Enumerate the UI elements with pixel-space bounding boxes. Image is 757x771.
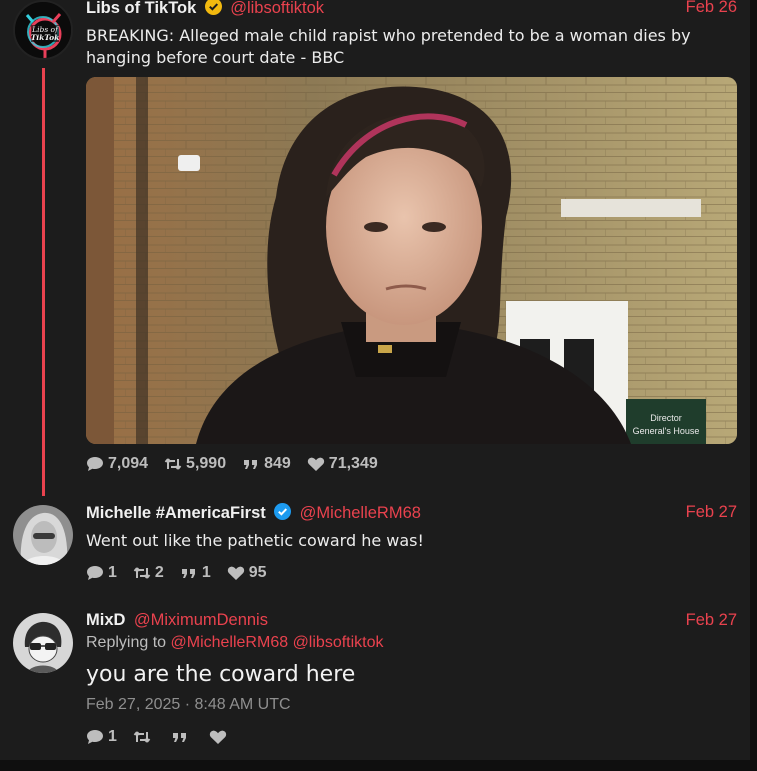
comment-icon	[87, 730, 103, 744]
tweet-date[interactable]: Feb 27	[686, 503, 737, 522]
retweet-count[interactable]: 2	[133, 564, 164, 582]
heart-icon	[209, 730, 227, 744]
quote-icon	[244, 460, 258, 469]
tweet-header: Michelle #AmericaFirst @MichelleRM68 Feb…	[86, 503, 737, 525]
libs-of-tiktok-logo-icon: Libs of TikTok	[15, 2, 71, 58]
author-handle[interactable]: @MiximumDennis	[134, 611, 268, 629]
svg-text:TikTok: TikTok	[31, 33, 60, 42]
user-avatar-icon	[13, 613, 73, 673]
verified-badge-icon	[274, 503, 292, 520]
quote-count[interactable]	[171, 729, 193, 745]
tweet-text: Went out like the pathetic coward he was…	[86, 531, 424, 550]
like-count[interactable]: 95	[227, 564, 267, 582]
tweet-stats: 1 2 1 95	[86, 562, 737, 584]
quote-count[interactable]: 1	[180, 564, 211, 582]
tweet-stats: 1	[86, 726, 737, 748]
tweet-text: you are the coward here	[86, 662, 356, 687]
retweet-count[interactable]: 5,990	[164, 455, 226, 473]
avatar[interactable]: Libs of TikTok	[13, 0, 73, 60]
mention-link[interactable]: @libsoftiktok	[293, 634, 384, 651]
author-name[interactable]: MixD	[86, 611, 125, 629]
quote-icon	[181, 569, 195, 578]
tweet-date[interactable]: Feb 26	[686, 0, 737, 17]
reply-count[interactable]: 7,094	[86, 455, 148, 473]
reply-tweet-2[interactable]: MixD @MiximumDennis Feb 27 Replying to @…	[0, 611, 750, 753]
author-handle[interactable]: @libsoftiktok	[230, 0, 324, 17]
user-avatar-icon	[13, 505, 73, 565]
tweet-photo[interactable]: Director General's House	[86, 77, 737, 444]
retweet-count[interactable]	[133, 729, 155, 745]
retweet-icon	[164, 458, 182, 470]
tweet-timestamp[interactable]: Feb 27, 2025 · 8:48 AM UTC	[86, 696, 737, 714]
verified-badge-icon	[204, 0, 222, 15]
avatar[interactable]	[13, 505, 73, 565]
heart-icon	[307, 457, 324, 471]
tweet-header: Libs of TikTok @libsoftiktok Feb 26	[86, 0, 737, 20]
replying-to: Replying to @MichelleRM68 @libsoftiktok	[86, 634, 384, 651]
reply-count[interactable]: 1	[86, 728, 117, 746]
quote-count[interactable]: 849	[242, 455, 291, 473]
avatar[interactable]	[13, 613, 73, 673]
like-count[interactable]: 71,349	[307, 455, 378, 473]
author-handle[interactable]: @MichelleRM68	[300, 504, 421, 522]
author-name[interactable]: Michelle #AmericaFirst	[86, 504, 266, 522]
tweet-text: BREAKING: Alleged male child rapist who …	[86, 26, 691, 67]
like-count[interactable]	[209, 729, 231, 745]
quote-icon	[172, 733, 186, 742]
thread-line	[42, 68, 45, 496]
svg-text:Director: Director	[650, 413, 682, 423]
tweet-date[interactable]: Feb 27	[686, 611, 737, 630]
heart-icon	[227, 566, 244, 580]
timeline-panel: Libs of TikTok Libs of TikTok @libsoftik…	[0, 0, 750, 760]
reply-count[interactable]: 1	[86, 564, 117, 582]
mention-link[interactable]: @MichelleRM68	[171, 634, 289, 651]
comment-icon	[87, 457, 103, 471]
tweet-stats: 7,094 5,990 849 71,349	[86, 453, 737, 475]
retweet-icon	[133, 567, 151, 579]
tweet-main[interactable]: Libs of TikTok Libs of TikTok @libsoftik…	[0, 0, 750, 496]
retweet-icon	[133, 731, 151, 743]
comment-icon	[87, 566, 103, 580]
author-name[interactable]: Libs of TikTok	[86, 0, 196, 17]
svg-text:General's House: General's House	[633, 426, 700, 436]
tweet-header: MixD @MiximumDennis Feb 27	[86, 611, 737, 633]
photo-person-icon: Director General's House	[86, 77, 737, 444]
reply-tweet-1[interactable]: Michelle #AmericaFirst @MichelleRM68 Feb…	[0, 503, 750, 601]
